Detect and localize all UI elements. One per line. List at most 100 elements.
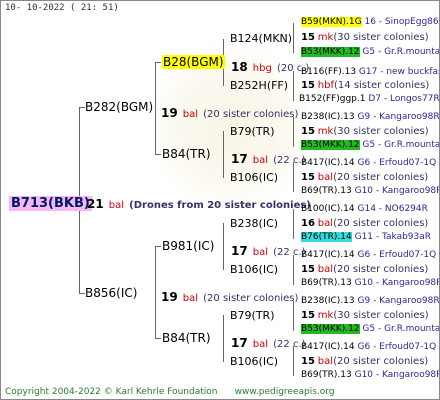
gen2-info: 17 bal (22 c.) — [231, 240, 306, 259]
connector-g3-3 — [293, 117, 294, 147]
leaf-info: 15 mk(30 sister colonies) — [301, 32, 429, 43]
gen2-node[interactable]: B981(IC) — [162, 239, 214, 253]
gen2-node[interactable]: B84(TR) — [162, 147, 211, 161]
leaf-num: 15 — [301, 172, 315, 183]
leaf-node[interactable]: B53(MKK).12 G5 - Gr.R.mounta — [301, 140, 439, 150]
leaf-node[interactable]: B69(TR).13 G10 - Kangaroo98R — [301, 370, 439, 380]
gen1-num: 19 — [161, 106, 178, 120]
connector-g3-6 — [293, 255, 294, 285]
leaf-node[interactable]: B152(FF)ggp.1 D7 - Longos77R — [299, 94, 440, 104]
gen2-bal: bal — [252, 155, 269, 166]
leaf-info: 15 bal(20 sister colonies) — [301, 356, 428, 367]
connector-g3-2 — [293, 71, 294, 101]
leaf-name[interactable]: B69(TR).13 — [301, 278, 352, 288]
root-label[interactable]: B713(BKB) — [9, 196, 92, 211]
leaf-node[interactable]: B53(MKK).12 G5 - Gr.R.mounta — [301, 47, 439, 57]
connector-g1b-top — [155, 246, 161, 247]
connector-g1a-top — [155, 62, 161, 63]
leaf-note: (20 sister colonies) — [333, 356, 429, 367]
leaf-name[interactable]: B238(IC).13 — [301, 296, 355, 306]
leaf-location: G17 - new buckfas — [358, 67, 440, 77]
leaf-node[interactable]: B69(TR).13 G10 - Kangaroo98R — [301, 186, 439, 196]
leaf-node[interactable]: B238(IC).13 G9 - Kangaroo98R — [301, 112, 440, 122]
leaf-node[interactable]: B100(IC).14 G14 - NO6294R — [301, 204, 428, 214]
leaf-node[interactable]: B116(FF).13 G17 - new buckfas — [301, 67, 440, 77]
connector-g2-2 — [223, 131, 224, 178]
leaf-name[interactable]: B417(IC).14 — [301, 342, 355, 352]
leaf-location: G11 - Takab93aR — [354, 232, 432, 242]
leaf-node[interactable]: B417(IC).14 G6 - Erfoud07-1Q — [301, 158, 436, 168]
leaf-location: G14 - NO6294R — [357, 204, 428, 214]
gen3-node[interactable]: B79(TR) — [230, 125, 275, 138]
leaf-note: (20 sister colonies) — [333, 264, 429, 275]
leaf-node[interactable]: B417(IC).14 G6 - Erfoud07-1Q — [301, 250, 436, 260]
gen2-bal: hbg — [252, 63, 272, 74]
gen1-bal: bal — [182, 109, 199, 120]
leaf-name[interactable]: B417(IC).14 — [301, 158, 355, 168]
leaf-node[interactable]: B69(TR).13 G10 - Kangaroo98R — [301, 278, 439, 288]
leaf-name[interactable]: B69(TR).13 — [301, 370, 352, 380]
gen1-node[interactable]: B856(IC) — [85, 286, 137, 300]
leaf-note: (30 sister colonies) — [333, 32, 429, 43]
connector-g1a-bottom — [155, 154, 161, 155]
leaf-bal: bal — [317, 356, 334, 367]
leaf-node[interactable]: B417(IC).14 G6 - Erfoud07-1Q — [301, 342, 436, 352]
leaf-name[interactable]: B53(MKK).12 — [301, 324, 360, 334]
gen3-node[interactable]: B106(IC) — [230, 171, 278, 184]
leaf-location: G5 - Gr.R.mounta — [362, 324, 440, 334]
leaf-name[interactable]: B53(MKK).12 — [301, 140, 360, 150]
leaf-name[interactable]: B76(TR).14 — [301, 232, 352, 242]
leaf-location: D7 - Longos77R — [368, 94, 440, 104]
leaf-name[interactable]: B69(TR).13 — [301, 186, 352, 196]
connector-g3-1 — [293, 23, 294, 53]
leaf-bal: mk — [317, 126, 334, 137]
leaf-location: G6 - Erfoud07-1Q — [357, 250, 437, 260]
leaf-num: 15 — [301, 32, 315, 43]
leaf-info: 15 hbf(14 sister colonies) — [301, 80, 429, 91]
leaf-node[interactable]: B238(IC).13 G9 - Kangaroo98R — [301, 296, 440, 306]
leaf-bal: bal — [317, 264, 334, 275]
leaf-num: 15 — [301, 310, 315, 321]
leaf-name[interactable]: B238(IC).13 — [301, 112, 355, 122]
leaf-info: 15 bal(20 sister colonies) — [301, 264, 428, 275]
root-bal: bal — [108, 200, 125, 211]
gen2-node[interactable]: B84(TR) — [162, 331, 211, 345]
gen3-node[interactable]: B238(IC) — [230, 217, 278, 230]
leaf-name[interactable]: B116(FF).13 — [301, 67, 356, 77]
connector-g1b-vertical — [155, 246, 156, 339]
gen1-info: 19 bal (20 sister colonies) — [161, 102, 298, 121]
leaf-note: (14 sister colonies) — [334, 80, 430, 91]
leaf-note: (20 sister colonies) — [333, 172, 429, 183]
leaf-node[interactable]: B59(MKN).1G 16 - SinopEgg86R — [301, 17, 439, 27]
leaf-name[interactable]: B53(MKK).12 — [301, 47, 360, 57]
gen3-node[interactable]: B79(TR) — [230, 309, 275, 322]
gen3-node[interactable]: B124(MKN) — [230, 32, 292, 45]
leaf-name[interactable]: B152(FF)ggp.1 — [299, 94, 365, 104]
leaf-name[interactable]: B417(IC).14 — [301, 250, 355, 260]
leaf-name[interactable]: B100(IC).14 — [301, 204, 355, 214]
gen2-node[interactable]: B28(BGM) — [162, 55, 225, 69]
leaf-location: G9 - Kangaroo98R — [357, 296, 440, 306]
root-node[interactable]: B713(BKB) — [9, 192, 92, 211]
leaf-node[interactable]: B76(TR).14 G11 - Takab93aR — [301, 232, 431, 242]
gen3-node[interactable]: B252H(FF) — [230, 79, 288, 92]
gen3-node[interactable]: B106(IC) — [230, 263, 278, 276]
gen1-node[interactable]: B282(BGM) — [85, 100, 153, 114]
connector-g3-5 — [293, 209, 294, 239]
leaf-info: 15 mk(30 sister colonies) — [301, 126, 429, 137]
gen1-num: 19 — [161, 290, 178, 304]
connector-g2-4 — [223, 315, 224, 362]
gen1-note: (20 sister colonies) — [203, 109, 299, 120]
pedigree-canvas: 10- 10-2022 ( 21: 51) B713(BKB) 21 bal (… — [0, 0, 440, 400]
leaf-location: G9 - Kangaroo98R — [357, 112, 440, 122]
leaf-note: (20 sister colonies) — [333, 218, 429, 229]
site-link[interactable]: www.pedigreeapis.org — [235, 387, 335, 397]
copyright-footer: Copyright 2004-2022 © Karl Kehrle Founda… — [5, 387, 335, 397]
leaf-name[interactable]: B59(MKN).1G — [301, 17, 362, 27]
leaf-bal: bal — [317, 218, 334, 229]
gen3-node[interactable]: B106(IC) — [230, 355, 278, 368]
leaf-num: 15 — [301, 80, 315, 91]
copyright-text: Copyright 2004-2022 © Karl Kehrle Founda… — [5, 387, 218, 397]
gen2-info: 18 hbg (20 c.) — [231, 56, 309, 75]
leaf-node[interactable]: B53(MKK).12 G5 - Gr.R.mounta — [301, 324, 440, 334]
